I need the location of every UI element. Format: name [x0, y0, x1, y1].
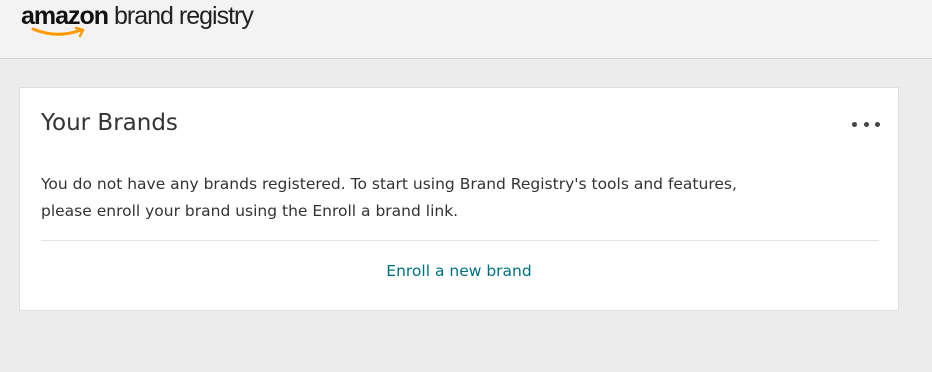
top-header: amazon brand registry [0, 0, 932, 59]
message-line-2: please enroll your brand using the Enrol… [41, 202, 459, 220]
enroll-new-brand-link[interactable]: Enroll a new brand [20, 262, 898, 280]
more-horizontal-icon [863, 121, 869, 127]
more-horizontal-icon [875, 121, 880, 127]
card-divider [41, 240, 879, 241]
more-options-button[interactable] [852, 116, 880, 132]
amazon-smile-icon [31, 26, 85, 38]
logo-product-text: brand registry [114, 2, 254, 30]
message-line-1: You do not have any brands registered. T… [41, 175, 737, 193]
your-brands-card: Your Brands You do not have any brands r… [19, 87, 899, 311]
more-horizontal-icon [852, 121, 857, 127]
card-title: Your Brands [41, 110, 178, 136]
no-brands-message: You do not have any brands registered. T… [41, 171, 891, 225]
